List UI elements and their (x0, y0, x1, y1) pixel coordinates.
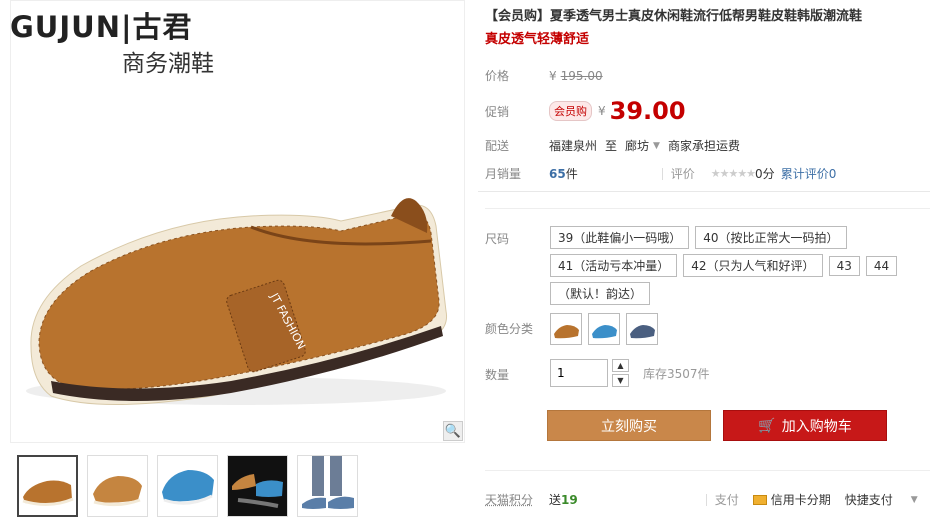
review-link[interactable]: 累计评价0 (781, 165, 837, 182)
product-page: JT FASHION GUJUN|古君 商务潮鞋 🔍 【会员购】夏季透气男士真皮… (0, 0, 930, 522)
promo-price-row: 促销 会员购 ¥ 39.00 (485, 97, 686, 125)
size-options-row1: 39（此鞋偏小一码哦） 40（按比正常大一码拍） (550, 226, 853, 249)
chevron-down-icon[interactable]: ▼ (911, 495, 918, 505)
star-rating-icon: ★★★★★ (710, 167, 756, 180)
magnifier-icon[interactable]: 🔍 (443, 421, 463, 441)
color-swatches (550, 313, 664, 348)
shipping-fee: 商家承担运费 (667, 139, 740, 153)
decrement-button[interactable]: ▼ (612, 374, 629, 387)
sales-row: 月销量 65 件 评价 ★★★★★ 0分 累计评价0 (485, 165, 836, 182)
divider (705, 493, 707, 506)
buy-now-button[interactable]: 立刻购买 (547, 410, 711, 441)
original-price-row: 价格 ¥ 195.00 (485, 67, 603, 84)
add-to-cart-button[interactable]: 🛒 加入购物车 (723, 410, 887, 441)
yen-symbol: ¥ (598, 104, 606, 118)
size-option[interactable]: 43 (828, 256, 860, 276)
brand-logo: GUJUN|古君 商务潮鞋 (10, 4, 214, 78)
divider (485, 470, 930, 471)
brand-name: GUJUN|古君 (10, 10, 193, 44)
promo-label: 促销 (485, 104, 510, 119)
color-swatch-navy[interactable] (626, 313, 658, 345)
divider (485, 208, 930, 209)
rating-label: 评价 (670, 167, 695, 181)
size-option[interactable]: （默认！韵达） (550, 282, 651, 305)
original-price-label: 价格 (485, 69, 510, 83)
thumbnail-strip (17, 455, 358, 517)
shipping-label: 配送 (485, 139, 510, 153)
color-label: 颜色分类 (485, 322, 534, 336)
cart-icon: 🛒 (758, 417, 776, 434)
brand-tagline: 商务潮鞋 (122, 51, 214, 77)
footer-row: 天猫积分 送 19 支付 信用卡分期 快捷支付 ▼ (485, 491, 918, 508)
color-swatch-brown[interactable] (550, 313, 582, 345)
sales-label: 月销量 (485, 167, 522, 181)
sales-count: 65 (549, 166, 566, 181)
quantity-stepper: ▲ ▼ 库存3507件 (550, 359, 710, 387)
quantity-label: 数量 (485, 368, 510, 382)
size-option[interactable]: 40（按比正常大一码拍） (695, 226, 847, 249)
color-swatch-blue[interactable] (588, 313, 620, 345)
original-price: 195.00 (560, 68, 603, 83)
shipping-row: 配送 福建泉州 至 廊坊 ▼ 商家承担运费 (485, 137, 740, 154)
size-option[interactable]: 44 (865, 256, 898, 276)
sales-unit: 件 (565, 167, 578, 181)
size-option[interactable]: 39（此鞋偏小一码哦） (550, 226, 690, 249)
product-subtitle: 真皮透气轻薄舒适 (485, 32, 590, 47)
size-options-row2: 41（活动亏本冲量） 42（只为人气和好评） 43 44 (550, 254, 903, 277)
points-label[interactable]: 天猫积分 (485, 491, 549, 508)
promo-tag: 会员购 (549, 101, 592, 121)
rating-score: 0分 (755, 167, 775, 181)
stepper-buttons: ▲ ▼ (612, 359, 629, 387)
thumbnail-brown-side[interactable] (17, 455, 78, 517)
thumbnail-blue[interactable] (157, 455, 218, 517)
stock-count: 库存3507件 (643, 366, 710, 381)
size-option[interactable]: 41（活动亏本冲量） (550, 254, 678, 277)
product-title: 【会员购】夏季透气男士真皮休闲鞋流行低帮男鞋皮鞋韩版潮流鞋 (485, 9, 863, 24)
size-label: 尺码 (485, 232, 510, 246)
shipping-to: 至 (605, 139, 618, 153)
shipping-destination[interactable]: 廊坊 (625, 137, 649, 154)
thumbnail-dark[interactable] (227, 455, 288, 517)
thumbnail-brown-top[interactable] (87, 455, 148, 517)
credit-card-icon (752, 494, 767, 505)
size-options-row3: （默认！韵达） (550, 282, 656, 305)
chevron-down-icon[interactable]: ▼ (653, 141, 660, 151)
divider (661, 167, 663, 180)
size-option[interactable]: 42（只为人气和好评） (683, 254, 823, 277)
shipping-origin: 福建泉州 (549, 139, 598, 153)
points-value: 19 (561, 492, 578, 507)
quick-pay[interactable]: 快捷支付 (845, 491, 893, 508)
yen-symbol: ¥ (549, 68, 557, 83)
quantity-input[interactable] (550, 359, 608, 387)
add-to-cart-label: 加入购物车 (781, 418, 852, 435)
thumbnail-worn[interactable] (297, 455, 358, 517)
credit-card-installment[interactable]: 信用卡分期 (771, 491, 831, 508)
payment-label: 支付 (714, 493, 739, 507)
increment-button[interactable]: ▲ (612, 359, 629, 372)
points-prefix: 送 (549, 493, 562, 507)
promo-price: 39.00 (609, 97, 686, 125)
